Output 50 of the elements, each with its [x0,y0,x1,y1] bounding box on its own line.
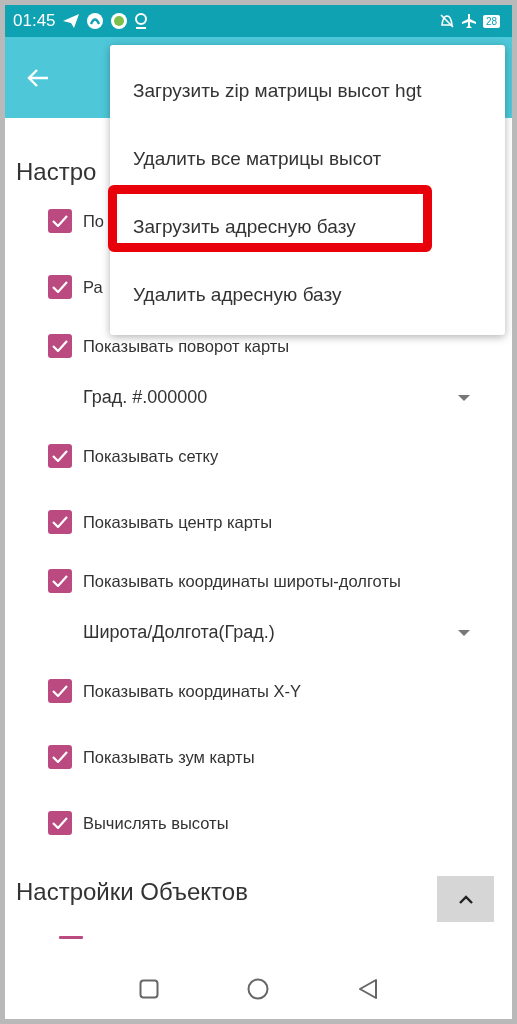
section-title: Настройки Объектов [16,877,249,907]
checkmark-icon [52,215,68,227]
checkbox[interactable] [48,209,72,233]
airplane-icon [460,13,477,29]
checkbox[interactable] [48,679,72,703]
checkbox[interactable] [48,275,72,299]
dropdown-value[interactable]: Широта/Долгота(Град.) [83,622,458,643]
checkbox-label: Показывать зум карты [83,747,255,767]
app-icon [109,12,128,30]
caret-up-icon [458,894,473,904]
checkbox-label: Ра [83,277,103,297]
checkmark-icon [52,751,68,763]
checkmark-icon [52,817,68,829]
dropdown-arrow-icon [458,394,470,401]
dropdown-arrow-icon [458,629,470,636]
home-circle-icon[interactable] [247,978,270,1000]
checkbox-label: Показывать центр карты [83,512,273,532]
checkbox-label: Показывать сетку [83,446,219,466]
square-icon[interactable] [139,979,160,999]
status-time: 01:45 [13,11,56,31]
checkbox[interactable] [48,444,72,468]
checkbox-label: Показывать координаты X-Y [83,681,301,701]
checkmark-icon [52,685,68,697]
checkbox-label: Показывать поворот карты [83,336,290,356]
checkmark-icon [52,450,68,462]
location-icon [133,12,148,30]
dropdown-value[interactable]: Град. #.000000 [83,387,458,408]
send-icon [61,13,80,29]
battery-level: 28 [482,14,500,28]
back-triangle-icon[interactable] [357,978,378,1000]
checkmark-icon [52,516,68,528]
menu-item[interactable]: Удалить все матрицы высот [110,125,505,193]
checkbox-label: Показывать координаты широты-долготы [83,571,401,591]
checkbox-label: Вычислять высоты [83,813,229,833]
checkmark-icon [52,575,68,587]
checkbox[interactable] [48,334,72,358]
checkmark-icon [52,340,68,352]
checkbox[interactable] [48,569,72,593]
section-title: Настро [16,157,97,187]
app-icon [85,12,104,30]
menu-item[interactable]: Загрузить адресную базу [110,193,505,261]
checkbox[interactable] [48,510,72,534]
menu-item[interactable]: Удалить адресную базу [110,261,505,329]
checkbox-edge [59,936,83,939]
checkbox[interactable] [48,811,72,835]
bell-off-icon [438,13,455,29]
checkmark-icon [52,281,68,293]
checkbox[interactable] [48,745,72,769]
checkbox-label: По [83,211,105,231]
menu-item[interactable]: Загрузить zip матрицы высот hgt [110,57,505,125]
